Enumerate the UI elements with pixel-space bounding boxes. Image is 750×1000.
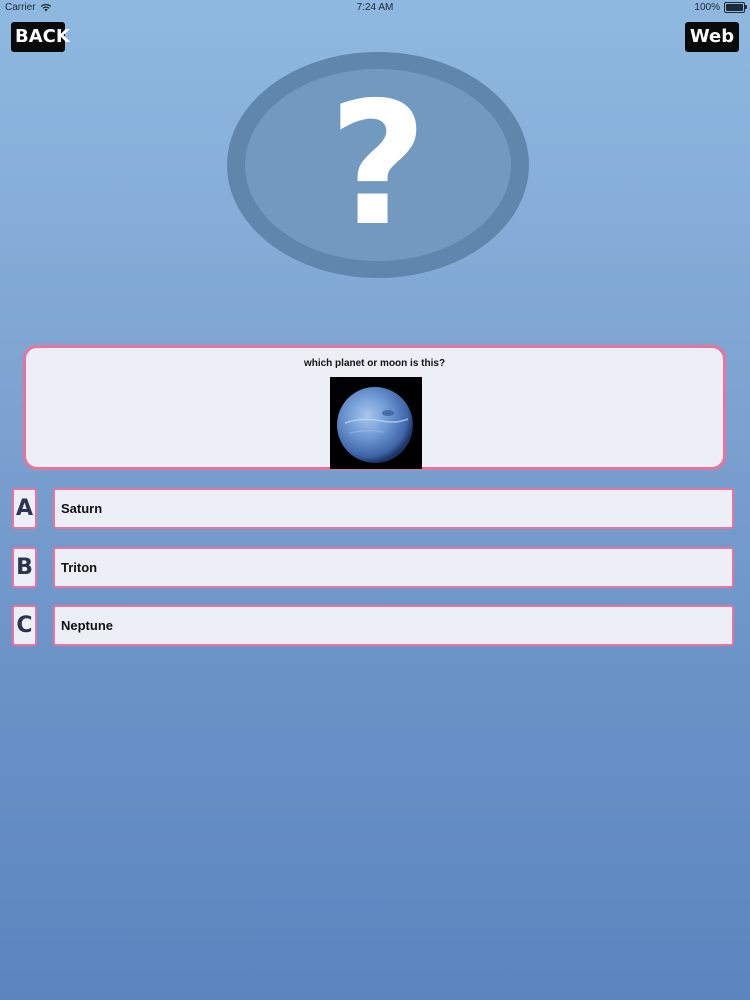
question-card: which planet or moon is this? xyxy=(23,345,726,470)
neptune-planet-icon xyxy=(330,377,422,469)
answer-option-a[interactable]: Saturn xyxy=(53,488,734,529)
battery-percent: 100% xyxy=(694,2,720,13)
answer-option-b[interactable]: Triton xyxy=(53,547,734,588)
web-button[interactable]: Web xyxy=(685,22,739,52)
status-time: 7:24 AM xyxy=(356,2,394,13)
status-bar: Carrier 7:24 AM 100% xyxy=(0,0,750,16)
answer-letter-a[interactable]: A xyxy=(12,488,37,529)
back-button[interactable]: BACK xyxy=(11,22,70,52)
answer-option-c[interactable]: Neptune xyxy=(53,605,734,646)
answer-letter-b[interactable]: B xyxy=(12,547,37,588)
status-battery: 100% xyxy=(694,2,747,13)
battery-icon xyxy=(724,2,747,13)
question-emblem: ? xyxy=(227,52,529,278)
question-text: which planet or moon is this? xyxy=(303,358,446,369)
answer-letter-c[interactable]: C xyxy=(12,605,37,646)
planet-image xyxy=(330,377,422,469)
question-mark-icon: ? xyxy=(328,66,428,264)
